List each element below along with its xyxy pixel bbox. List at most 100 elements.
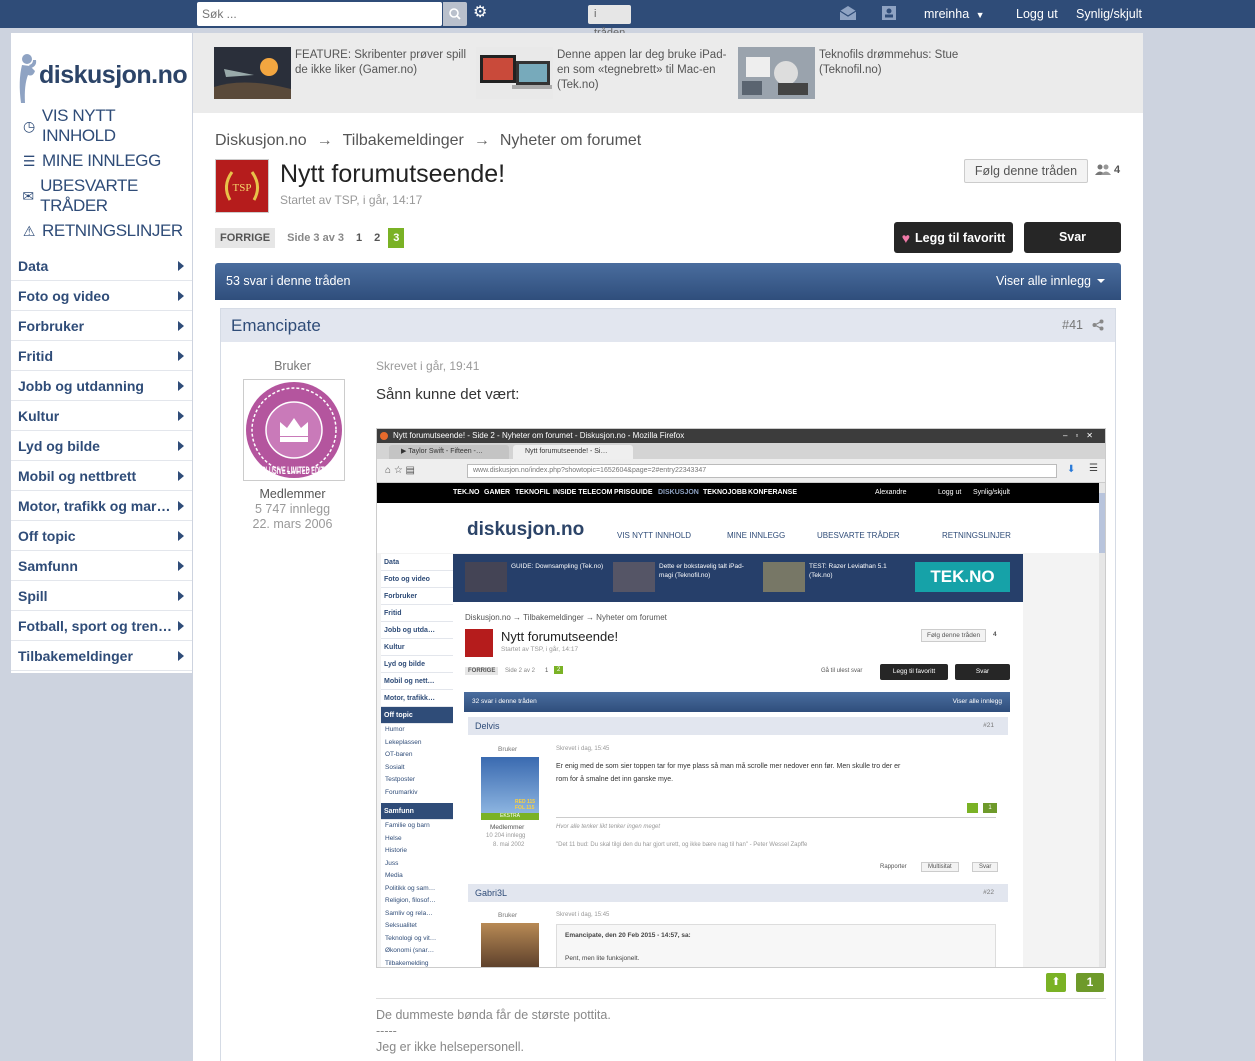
search-scope-toggle[interactable]: i tråden (588, 5, 632, 39)
post-date[interactable]: Skrevet i går, 19:41 (376, 359, 479, 373)
promo-item[interactable]: Denne appen lar deg bruke iPad-en som «t… (476, 47, 731, 99)
add-favorite-button[interactable]: ♥ Legg til favoritt (894, 222, 1013, 253)
sidebar: diskusjon.no ◷ VIS NYTT INNHOLD ☰ MINE INN… (11, 33, 192, 673)
post-number[interactable]: #41 (1062, 318, 1083, 332)
mini-badge-text: EKSTRA (499, 813, 520, 819)
window-controls: ‒▫✕ (1063, 431, 1101, 440)
mini-category: Foto og video (381, 571, 453, 588)
top-bar: i tråden ⚙ mreinha ▼ Logg ut Synlig/skju… (0, 0, 1255, 39)
logout-link[interactable]: Logg ut (1016, 0, 1058, 28)
mini-post-author: Gabri3L (475, 888, 508, 898)
category-mobile[interactable]: Mobil og nettbrett (11, 461, 192, 491)
category-consumer[interactable]: Forbruker (11, 311, 192, 341)
category-label: Foto og video (18, 287, 110, 304)
category-jobs[interactable]: Jobb og utdanning (11, 371, 192, 401)
mini-category: Fritid (381, 605, 453, 622)
promo-item[interactable]: FEATURE: Skribenter prøver spill de ikke… (214, 47, 469, 99)
browser-tab-active[interactable]: Nytt forumutseende! - Si… (513, 445, 633, 459)
mini-category: Forbruker (381, 588, 453, 605)
mini-vote-up (967, 803, 978, 813)
user-menu[interactable]: mreinha ▼ (924, 0, 985, 28)
mini-nav-item: GAMER (484, 489, 511, 496)
reply-button[interactable]: Svar (1024, 222, 1121, 253)
thinker-logo-icon (19, 54, 37, 103)
category-photo-video[interactable]: Foto og video (11, 281, 192, 311)
messages-button[interactable] (838, 3, 858, 23)
search-input[interactable] (197, 2, 387, 26)
category-audio-video[interactable]: Lyd og bilde (11, 431, 192, 461)
quick-link-guidelines[interactable]: ⚠ RETNINGSLINJER (20, 216, 183, 246)
category-culture[interactable]: Kultur (11, 401, 192, 431)
mini-quick-link: VIS NYTT INNHOLD (617, 531, 692, 540)
view-all-dropdown[interactable]: Viser alle innlegg (996, 274, 1105, 288)
category-feedback[interactable]: Tilbakemeldinger (11, 641, 192, 671)
clock-icon: ◷ (23, 117, 35, 134)
firefox-tab-bar: ▶ Taylor Swift - Fifteen -… Nytt forumut… (377, 443, 1105, 459)
reply-count: 53 svar i denne tråden (226, 274, 351, 288)
mini-quick-link: MINE INNLEGG (727, 531, 786, 540)
mini-multiquote: Multisitat (921, 862, 959, 872)
mini-bar-view: Viser alle innlegg (952, 698, 1002, 705)
mini-nav-item: Alexandre (875, 489, 907, 496)
quick-link-new-content[interactable]: ◷ VIS NYTT INNHOLD (20, 106, 192, 145)
notifications-button[interactable] (880, 3, 898, 23)
category-label: Tilbakemeldinger (18, 647, 133, 664)
post-author[interactable]: Emancipate (231, 316, 321, 336)
mini-subcategory: Seksualitet (385, 922, 417, 929)
mini-sidebar: Data Foto og video Forbruker Fritid Jobb… (381, 554, 453, 967)
promo-thumbnail (476, 47, 553, 99)
limited-edition-badge-icon: EXCLUSIVE LIMITED EDITION (246, 382, 342, 478)
mini-avatar-text: RED 115 FOL 115 (515, 799, 536, 811)
category-society[interactable]: Samfunn (11, 551, 192, 581)
embedded-screenshot-image[interactable]: Nytt forumutseende! - Side 2 - Nyheter o… (376, 428, 1106, 968)
promo-item[interactable]: Teknofils drømmehus: Stue (Teknofil.no) (738, 47, 993, 99)
mini-post-number: #22 (983, 889, 994, 896)
mini-category: Data (381, 554, 453, 571)
mini-nav-item: KONFERANSE (748, 489, 798, 496)
gear-icon[interactable]: ⚙ (473, 3, 487, 23)
category-data[interactable]: Data (11, 251, 192, 281)
user-avatar[interactable]: EXCLUSIVE LIMITED EDITION (243, 379, 345, 481)
page-link-1[interactable]: 1 (356, 232, 362, 244)
category-leisure[interactable]: Fritid (11, 341, 192, 371)
share-icon[interactable] (1092, 319, 1104, 331)
signature-line: De dummeste bønda får de største pottita… (376, 1008, 611, 1022)
search-button[interactable] (443, 2, 467, 26)
caret-right-icon (178, 290, 184, 301)
breadcrumb: Diskusjon.no → Tilbakemeldinger → Nyheter om… (215, 132, 641, 150)
follow-thread-button[interactable]: Følg denne tråden (964, 159, 1088, 183)
breadcrumb-forum-news[interactable]: Nyheter om forumet (500, 132, 641, 149)
envelope-open-icon (839, 6, 857, 20)
site-logo[interactable]: diskusjon.no (15, 51, 191, 105)
mini-follow-button: Følg denne tråden (921, 629, 987, 642)
page-indicator[interactable]: Side 3 av 3 (287, 232, 344, 244)
breadcrumb-home[interactable]: Diskusjon.no (215, 132, 307, 149)
breadcrumb-separator: → (316, 132, 333, 149)
category-motor[interactable]: Motor, trafikk og mar… (11, 491, 192, 521)
window-title: Nytt forumutseende! - Side 2 - Nyheter o… (393, 431, 685, 440)
mini-post-text: rom for å smalne det inn ganske mye. (556, 776, 674, 783)
mini-category: Motor, trafikk… (381, 690, 453, 707)
visibility-toggle-link[interactable]: Synlig/skjult (1076, 0, 1142, 28)
vote-count[interactable]: 1 (1076, 973, 1104, 992)
page-link-2[interactable]: 2 (374, 232, 380, 244)
category-games[interactable]: Spill (11, 581, 192, 611)
category-sports[interactable]: Fotball, sport og tren… (11, 611, 192, 641)
mini-subcategory: Media (385, 872, 403, 879)
category-off-topic[interactable]: Off topic (11, 521, 192, 551)
url-bar[interactable]: www.diskusjon.no/index.php?showtopic=165… (467, 464, 1057, 478)
quick-link-label: RETNINGSLINJER (42, 221, 183, 240)
previous-page-button[interactable]: FORRIGE (215, 228, 276, 248)
topic-starter-avatar[interactable]: TSP (215, 159, 269, 213)
breadcrumb-feedback[interactable]: Tilbakemeldinger (343, 132, 464, 149)
mini-tekno-logo: TEK.NO (915, 562, 1010, 592)
quick-link-my-posts[interactable]: ☰ MINE INNLEGG (20, 146, 161, 176)
follower-count[interactable]: 4 (1095, 163, 1120, 176)
upvote-button[interactable]: ⬆ (1046, 973, 1066, 992)
quick-link-label: VIS NYTT INNHOLD (41, 106, 116, 145)
user-post-count: 5 747 innlegg (254, 502, 331, 516)
browser-tab[interactable]: ▶ Taylor Swift - Fifteen -… (389, 445, 509, 459)
quick-link-unanswered[interactable]: ✉ UBESVARTE TRÅDER (20, 176, 192, 215)
caret-down-icon (1097, 279, 1105, 283)
page-link-current[interactable]: 3 (388, 228, 405, 248)
